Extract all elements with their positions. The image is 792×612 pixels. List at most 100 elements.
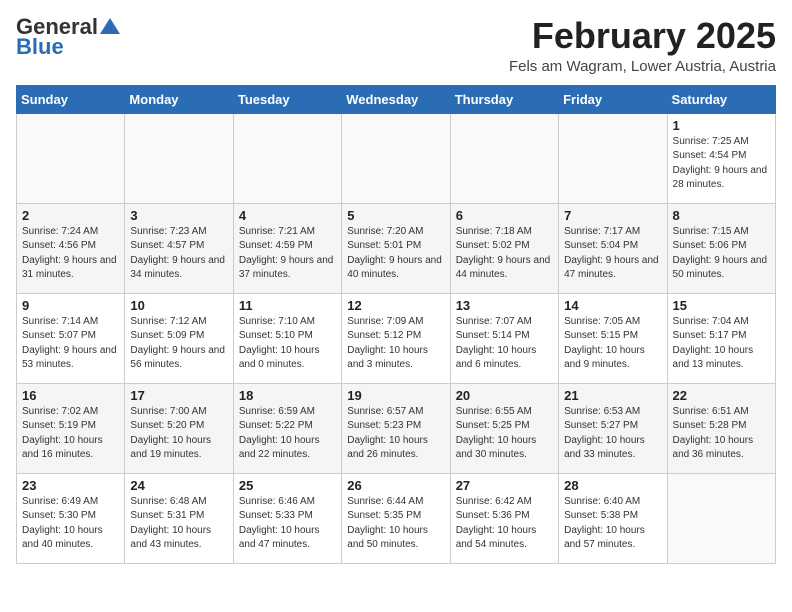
calendar-cell: 28 Sunrise: 6:40 AM Sunset: 5:38 PM Dayli…: [559, 473, 667, 563]
day-info: Sunrise: 6:49 AM Sunset: 5:30 PM Dayligh…: [22, 495, 119, 553]
day-info: Sunrise: 7:23 AM Sunset: 4:57 PM Dayligh…: [130, 225, 227, 283]
weekday-header-tuesday: Tuesday: [233, 85, 341, 113]
day-number: 27: [456, 478, 553, 493]
day-number: 7: [564, 208, 661, 223]
day-number: 6: [456, 208, 553, 223]
calendar-header-row: SundayMondayTuesdayWednesdayThursdayFrid…: [17, 85, 776, 113]
calendar-cell: 3Sunrise: 7:23 AM Sunset: 4:57 PM Daylig…: [125, 203, 233, 293]
day-info: Sunrise: 6:48 AM Sunset: 5:31 PM Dayligh…: [130, 495, 227, 553]
calendar-cell: [559, 113, 667, 203]
calendar-cell: 17 Sunrise: 7:00 AM Sunset: 5:20 PM Dayli…: [125, 383, 233, 473]
day-info: Sunrise: 7:21 AM Sunset: 4:59 PM Dayligh…: [239, 225, 336, 283]
calendar-cell: 1 Sunrise: 7:25 AM Sunset: 4:54 PM Daylig…: [667, 113, 775, 203]
calendar-cell: 20 Sunrise: 6:55 AM Sunset: 5:25 PM Dayli…: [450, 383, 558, 473]
calendar-cell: 9 Sunrise: 7:14 AM Sunset: 5:07 PM Daylig…: [17, 293, 125, 383]
calendar-cell: [17, 113, 125, 203]
day-info: Sunrise: 7:07 AM Sunset: 5:14 PM Dayligh…: [456, 315, 553, 373]
day-number: 11: [239, 298, 336, 313]
day-number: 12: [347, 298, 444, 313]
day-info: Sunrise: 7:12 AM Sunset: 5:09 PM Dayligh…: [130, 315, 227, 373]
logo-icon: [100, 18, 120, 34]
calendar-table: SundayMondayTuesdayWednesdayThursdayFrid…: [16, 85, 776, 564]
calendar-week-row: 23 Sunrise: 6:49 AM Sunset: 5:30 PM Dayli…: [17, 473, 776, 563]
day-info: Sunrise: 6:57 AM Sunset: 5:23 PM Dayligh…: [347, 405, 444, 463]
day-info: Sunrise: 7:10 AM Sunset: 5:10 PM Dayligh…: [239, 315, 336, 373]
weekday-header-wednesday: Wednesday: [342, 85, 450, 113]
calendar-cell: 8 Sunrise: 7:15 AM Sunset: 5:06 PM Daylig…: [667, 203, 775, 293]
day-info: Sunrise: 6:51 AM Sunset: 5:28 PM Dayligh…: [673, 405, 770, 463]
calendar-cell: [450, 113, 558, 203]
calendar-cell: 21 Sunrise: 6:53 AM Sunset: 5:27 PM Dayli…: [559, 383, 667, 473]
calendar-cell: 16Sunrise: 7:02 AM Sunset: 5:19 PM Dayli…: [17, 383, 125, 473]
calendar-cell: 24Sunrise: 6:48 AM Sunset: 5:31 PM Dayli…: [125, 473, 233, 563]
calendar-cell: 12Sunrise: 7:09 AM Sunset: 5:12 PM Dayli…: [342, 293, 450, 383]
day-number: 2: [22, 208, 119, 223]
calendar-cell: [667, 473, 775, 563]
day-number: 9: [22, 298, 119, 313]
month-title: February 2025: [509, 16, 776, 56]
calendar-cell: [233, 113, 341, 203]
day-number: 22: [673, 388, 770, 403]
day-number: 20: [456, 388, 553, 403]
calendar-cell: 13Sunrise: 7:07 AM Sunset: 5:14 PM Dayli…: [450, 293, 558, 383]
day-info: Sunrise: 7:00 AM Sunset: 5:20 PM Dayligh…: [130, 405, 227, 463]
day-number: 19: [347, 388, 444, 403]
day-info: Sunrise: 6:55 AM Sunset: 5:25 PM Dayligh…: [456, 405, 553, 463]
calendar-cell: 19 Sunrise: 6:57 AM Sunset: 5:23 PM Dayli…: [342, 383, 450, 473]
day-info: Sunrise: 6:40 AM Sunset: 5:38 PM Dayligh…: [564, 495, 661, 553]
day-info: Sunrise: 7:17 AM Sunset: 5:04 PM Dayligh…: [564, 225, 661, 283]
day-number: 1: [673, 118, 770, 133]
weekday-header-thursday: Thursday: [450, 85, 558, 113]
title-block: February 2025 Fels am Wagram, Lower Aust…: [509, 16, 776, 75]
day-info: Sunrise: 7:25 AM Sunset: 4:54 PM Dayligh…: [673, 135, 770, 193]
calendar-cell: 18 Sunrise: 6:59 AM Sunset: 5:22 PM Dayli…: [233, 383, 341, 473]
calendar-cell: 23 Sunrise: 6:49 AM Sunset: 5:30 PM Dayli…: [17, 473, 125, 563]
calendar-cell: [125, 113, 233, 203]
day-info: Sunrise: 7:05 AM Sunset: 5:15 PM Dayligh…: [564, 315, 661, 373]
day-number: 14: [564, 298, 661, 313]
calendar-cell: 4 Sunrise: 7:21 AM Sunset: 4:59 PM Daylig…: [233, 203, 341, 293]
day-number: 10: [130, 298, 227, 313]
day-info: Sunrise: 6:46 AM Sunset: 5:33 PM Dayligh…: [239, 495, 336, 553]
day-info: Sunrise: 7:14 AM Sunset: 5:07 PM Dayligh…: [22, 315, 119, 373]
calendar-cell: 6Sunrise: 7:18 AM Sunset: 5:02 PM Daylig…: [450, 203, 558, 293]
weekday-header-saturday: Saturday: [667, 85, 775, 113]
day-info: Sunrise: 7:24 AM Sunset: 4:56 PM Dayligh…: [22, 225, 119, 283]
day-number: 26: [347, 478, 444, 493]
calendar-cell: 11 Sunrise: 7:10 AM Sunset: 5:10 PM Dayli…: [233, 293, 341, 383]
day-number: 25: [239, 478, 336, 493]
day-number: 21: [564, 388, 661, 403]
day-number: 23: [22, 478, 119, 493]
logo: General Blue: [16, 16, 120, 58]
day-number: 18: [239, 388, 336, 403]
weekday-header-monday: Monday: [125, 85, 233, 113]
page-header: General Blue February 2025 Fels am Wagra…: [16, 16, 776, 75]
location-subtitle: Fels am Wagram, Lower Austria, Austria: [509, 58, 776, 75]
day-number: 16: [22, 388, 119, 403]
calendar-cell: 26 Sunrise: 6:44 AM Sunset: 5:35 PM Dayli…: [342, 473, 450, 563]
day-number: 28: [564, 478, 661, 493]
day-number: 17: [130, 388, 227, 403]
calendar-cell: 5 Sunrise: 7:20 AM Sunset: 5:01 PM Daylig…: [342, 203, 450, 293]
day-info: Sunrise: 7:15 AM Sunset: 5:06 PM Dayligh…: [673, 225, 770, 283]
day-number: 4: [239, 208, 336, 223]
logo-blue-text: Blue: [16, 36, 64, 58]
calendar-cell: [342, 113, 450, 203]
day-number: 8: [673, 208, 770, 223]
day-info: Sunrise: 6:44 AM Sunset: 5:35 PM Dayligh…: [347, 495, 444, 553]
calendar-week-row: 9 Sunrise: 7:14 AM Sunset: 5:07 PM Daylig…: [17, 293, 776, 383]
weekday-header-sunday: Sunday: [17, 85, 125, 113]
calendar-week-row: 16Sunrise: 7:02 AM Sunset: 5:19 PM Dayli…: [17, 383, 776, 473]
weekday-header-friday: Friday: [559, 85, 667, 113]
calendar-cell: 7 Sunrise: 7:17 AM Sunset: 5:04 PM Daylig…: [559, 203, 667, 293]
day-info: Sunrise: 6:59 AM Sunset: 5:22 PM Dayligh…: [239, 405, 336, 463]
calendar-cell: 27 Sunrise: 6:42 AM Sunset: 5:36 PM Dayli…: [450, 473, 558, 563]
day-info: Sunrise: 6:42 AM Sunset: 5:36 PM Dayligh…: [456, 495, 553, 553]
calendar-cell: 2 Sunrise: 7:24 AM Sunset: 4:56 PM Daylig…: [17, 203, 125, 293]
day-info: Sunrise: 7:20 AM Sunset: 5:01 PM Dayligh…: [347, 225, 444, 283]
day-info: Sunrise: 7:04 AM Sunset: 5:17 PM Dayligh…: [673, 315, 770, 373]
calendar-cell: 22 Sunrise: 6:51 AM Sunset: 5:28 PM Dayli…: [667, 383, 775, 473]
day-number: 5: [347, 208, 444, 223]
day-info: Sunrise: 6:53 AM Sunset: 5:27 PM Dayligh…: [564, 405, 661, 463]
calendar-cell: 10 Sunrise: 7:12 AM Sunset: 5:09 PM Dayli…: [125, 293, 233, 383]
